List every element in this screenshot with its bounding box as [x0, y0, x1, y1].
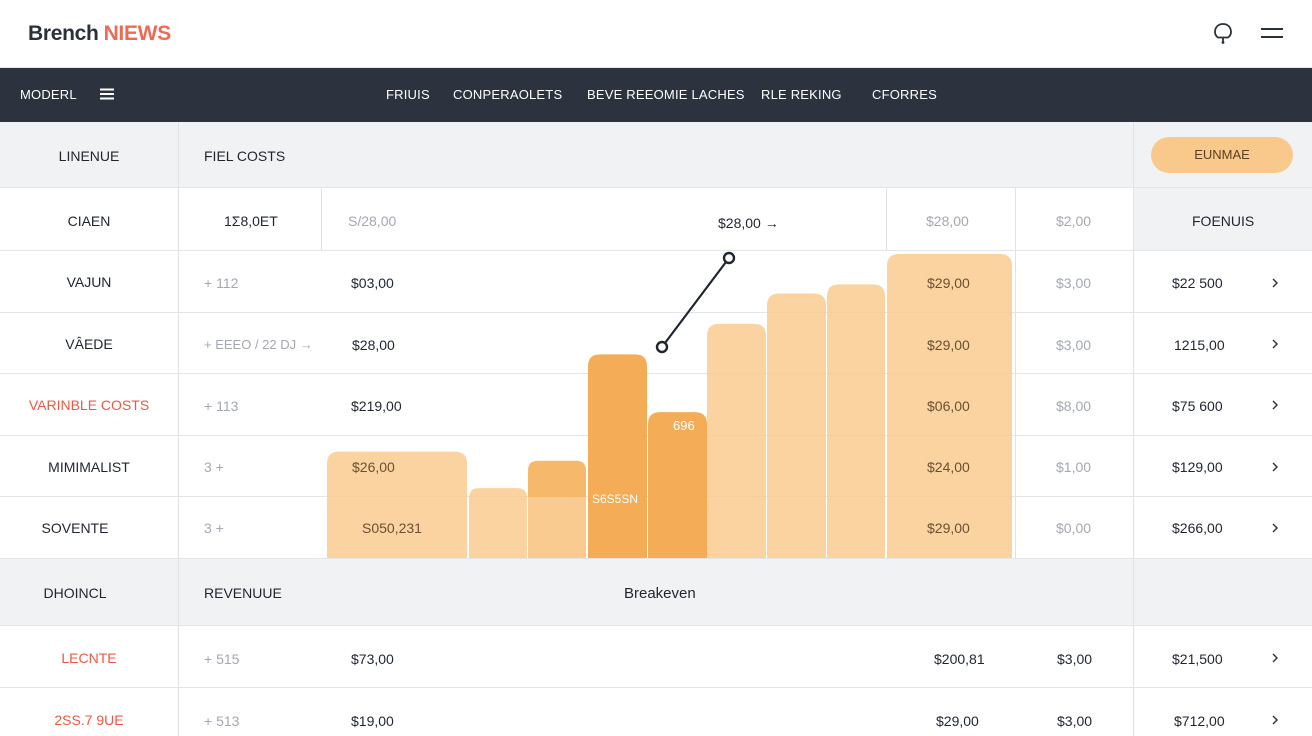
brand-name: Brench — [28, 22, 99, 45]
cell-value: + 513 — [204, 713, 240, 729]
cell-value: + EEEO / 22 DJ → — [204, 337, 313, 352]
section-col-revenue: REVENUUE — [204, 585, 282, 601]
cell-value: 3 + — [204, 520, 224, 536]
row-label: VÂEDE — [65, 336, 113, 352]
row-label: CIAEN — [67, 213, 111, 229]
section-col-label: DHOINCL — [43, 585, 107, 601]
cell-value: $3,00 — [1057, 713, 1093, 729]
cell-value: $06,00 — [927, 398, 970, 414]
cell-value: $8,00 — [1056, 398, 1092, 414]
chevron-right-icon[interactable] — [1270, 339, 1280, 349]
row-label: VAJUN — [66, 274, 112, 290]
col-divider — [886, 188, 887, 251]
cell-value: $129,00 — [1172, 459, 1223, 475]
brand-logo[interactable]: Brench NIEWS — [28, 22, 171, 46]
cell-value: FOENUIS — [1192, 213, 1255, 229]
bar-label: 696 — [673, 418, 695, 433]
cell-value: $28,00 — [352, 337, 395, 353]
table-row[interactable] — [0, 688, 1312, 736]
cell-value: 1215,00 — [1174, 337, 1225, 353]
bell-icon[interactable] — [1210, 20, 1236, 46]
table-row[interactable] — [0, 436, 1312, 496]
cell-value: $29,00 — [927, 275, 970, 291]
row-label: VARINBLE COSTS — [28, 397, 150, 413]
cell-value: $266,00 — [1172, 520, 1223, 536]
estimate-button[interactable]: EUNMAE — [1151, 137, 1293, 173]
header-col-fixed-costs: FIEL COSTS — [204, 148, 286, 164]
row-label: MIMIMALIST — [48, 459, 130, 475]
cell-value: $03,00 — [351, 275, 394, 291]
cell-value: $26,00 — [352, 459, 395, 475]
cell-value: $29,00 — [927, 337, 970, 353]
cell-value: S050,231 — [362, 520, 422, 536]
chevron-right-icon[interactable] — [1270, 715, 1280, 725]
nav-link-conperaolets[interactable]: CONPERAOLETS — [453, 87, 562, 102]
nav-link-cforres[interactable]: CFORRES — [872, 87, 937, 102]
nav-menu-icon[interactable] — [100, 88, 114, 100]
chevron-right-icon[interactable] — [1270, 523, 1280, 533]
nav-link-frius[interactable]: FRIUIS — [386, 87, 430, 102]
row-divider — [0, 558, 1312, 559]
header-col-linenue: LINENUE — [58, 148, 120, 164]
section-col-breakeven: Breakeven — [624, 585, 696, 602]
cell-value: + 113 — [204, 398, 239, 414]
cell-value: $28,00 — [926, 213, 969, 229]
cell-value: $73,00 — [351, 651, 394, 667]
chevron-right-icon[interactable] — [1270, 278, 1280, 288]
cell-value: $2,00 — [1056, 213, 1092, 229]
cell-value: $3,00 — [1057, 651, 1093, 667]
cell-value: $219,00 — [351, 398, 402, 414]
table-row[interactable] — [0, 251, 1312, 312]
cell-value: $22 500 — [1172, 275, 1223, 291]
top-header: Brench NIEWS — [0, 0, 1312, 68]
cell-value: 3 + — [204, 459, 224, 475]
cell-value: $712,00 — [1174, 713, 1225, 729]
cell-value: $28,00 → — [718, 215, 779, 231]
nav-link-rle-reking[interactable]: RLE REKING — [761, 87, 842, 102]
table-row[interactable] — [0, 374, 1312, 435]
chevron-right-icon[interactable] — [1270, 462, 1280, 472]
col-divider — [321, 188, 322, 251]
table-header-band — [0, 122, 1312, 187]
cell-value: + 112 — [204, 275, 239, 291]
row-divider — [0, 187, 1312, 188]
cell-value: $1,00 — [1056, 459, 1092, 475]
table-row[interactable] — [0, 626, 1312, 687]
cell-value: $29,00 — [936, 713, 979, 729]
main-nav: MODERL FRIUIS CONPERAOLETS BEVE REEOMIE … — [0, 68, 1312, 122]
cell-value: $29,00 — [927, 520, 970, 536]
cell-value: $21,500 — [1172, 651, 1223, 667]
nav-link-beve-reeomie[interactable]: BEVE REEOMIE LACHES — [587, 87, 745, 102]
cell-value: + 515 — [204, 651, 240, 667]
row-label: SOVENTE — [41, 520, 109, 536]
cell-value: $19,00 — [351, 713, 394, 729]
chevron-right-icon[interactable] — [1270, 400, 1280, 410]
cell-value: S/28,00 — [348, 213, 397, 229]
cell-value: 1Σ8,0ET — [224, 213, 278, 229]
hamburger-menu-icon[interactable] — [1258, 20, 1286, 46]
cell-value: $200,81 — [934, 651, 985, 667]
row-label: LECNTE — [61, 650, 117, 666]
bar-label: S6S5SN — [592, 492, 639, 506]
cell-value: $0,00 — [1056, 520, 1092, 536]
cell-value: $3,00 — [1056, 275, 1092, 291]
brand-news: NIEWS — [103, 22, 172, 45]
cell-value: $75 600 — [1172, 398, 1223, 414]
nav-model-menu[interactable]: MODERL — [20, 87, 77, 102]
cell-value: $3,00 — [1056, 337, 1092, 353]
cell-value: $24,00 — [927, 459, 970, 475]
row-label: 2SS.7 9UE — [54, 712, 124, 728]
table-row[interactable] — [0, 497, 1312, 558]
table-row[interactable] — [0, 313, 1312, 373]
chevron-right-icon[interactable] — [1270, 653, 1280, 663]
